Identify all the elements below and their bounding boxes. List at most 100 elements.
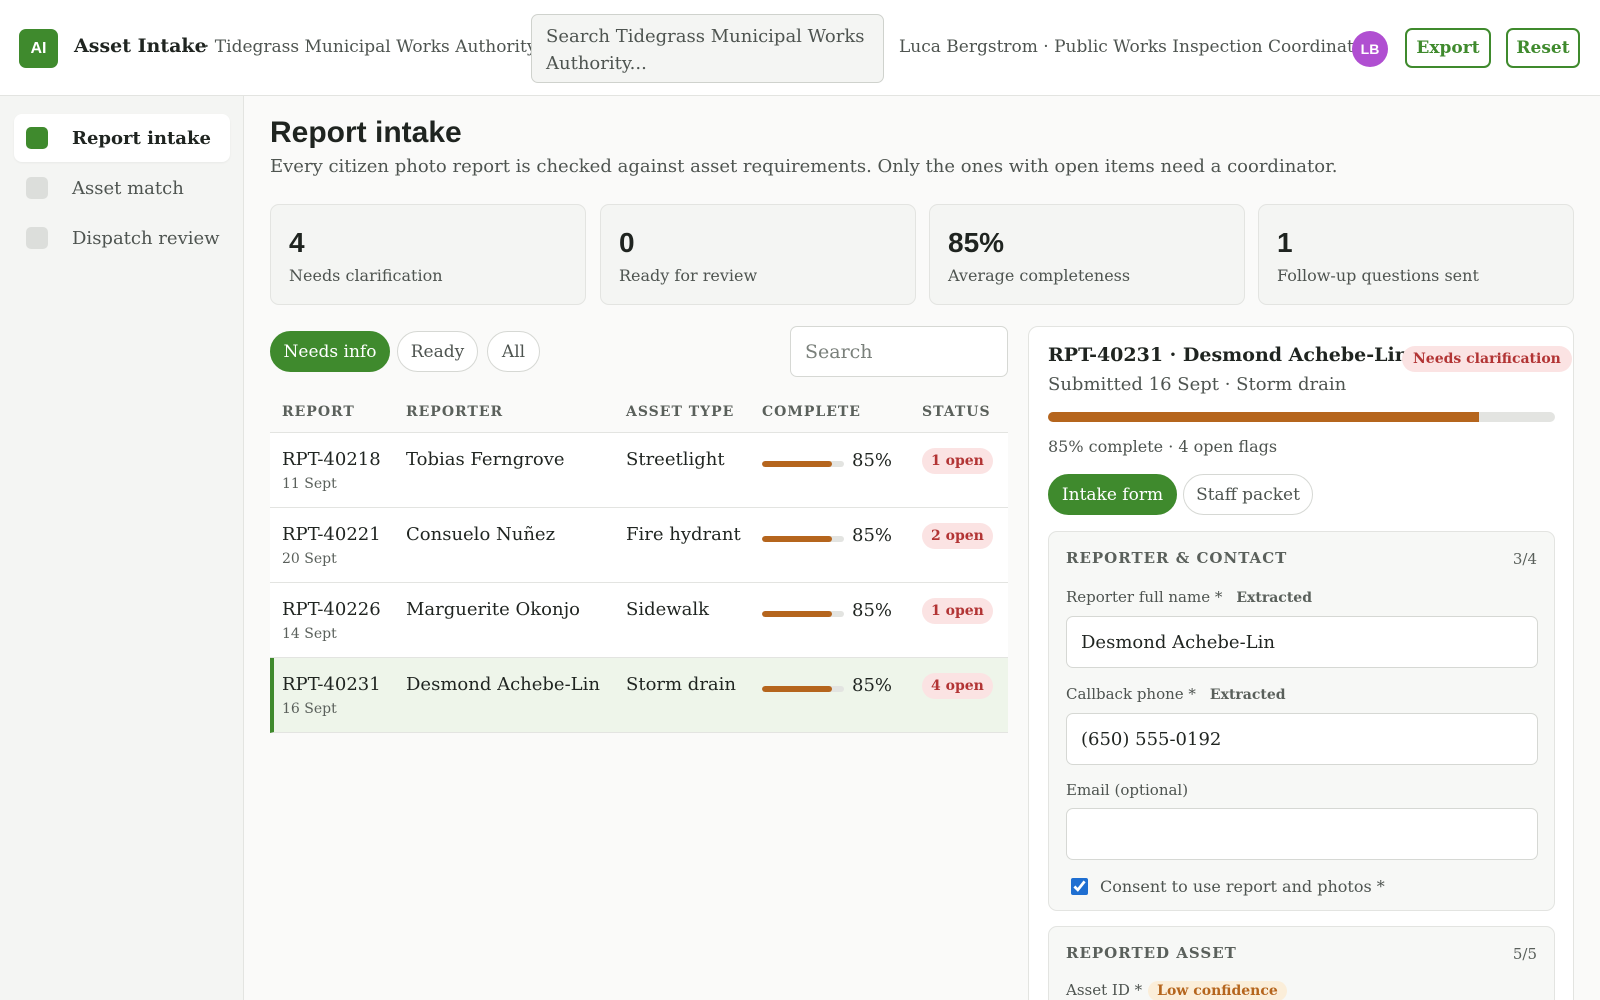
stat-value: 0	[619, 227, 635, 258]
reset-button[interactable]: Reset	[1506, 28, 1580, 68]
completeness-bar	[762, 536, 844, 542]
status-badge: 2 open	[922, 523, 993, 549]
status-badge: 1 open	[922, 448, 993, 474]
email-field[interactable]	[1066, 808, 1538, 860]
asset-type: Fire hydrant	[626, 524, 741, 545]
stat-card-needs-clarification: 4 Needs clarification	[270, 204, 586, 305]
column-header-complete[interactable]: COMPLETE	[762, 404, 861, 420]
table-header: REPORT REPORTER ASSET TYPE COMPLETE STAT…	[270, 397, 1008, 433]
asset-type: Streetlight	[626, 449, 725, 470]
field-label-text: Reporter full name *	[1066, 588, 1223, 606]
callback-phone-field[interactable]	[1066, 713, 1538, 765]
app-title: Asset Intake	[74, 35, 207, 57]
report-search-input[interactable]	[790, 326, 1008, 377]
detail-title: RPT-40231 · Desmond Achebe-Lin	[1048, 344, 1409, 366]
completeness-value: 85%	[852, 600, 893, 621]
global-search-input[interactable]: Search Tidegrass Municipal Works Authori…	[531, 14, 884, 83]
low-confidence-tag: Low confidence	[1148, 981, 1287, 1000]
reporter-name: Consuelo Nuñez	[406, 524, 556, 545]
field-label-asset-id: Asset ID * Low confidence	[1066, 981, 1287, 1000]
consent-label: Consent to use report and photos *	[1100, 877, 1385, 896]
stat-value: 4	[289, 227, 305, 258]
field-label-text: Asset ID *	[1066, 981, 1143, 999]
completeness-bar-fill	[762, 461, 832, 467]
dispatch-review-icon	[26, 227, 48, 249]
filter-all[interactable]: All	[487, 331, 540, 372]
report-date: 14 Sept	[282, 626, 337, 642]
table-row[interactable]: RPT-40226 14 Sept Marguerite Okonjo Side…	[270, 583, 1008, 658]
completeness-bar	[762, 461, 844, 467]
column-header-reporter[interactable]: REPORTER	[406, 404, 503, 420]
sidebar-item-label: Dispatch review	[72, 227, 220, 249]
column-header-asset-type[interactable]: ASSET TYPE	[626, 404, 734, 420]
column-header-status[interactable]: STATUS	[922, 404, 991, 420]
report-intake-icon	[26, 127, 48, 149]
tab-intake-form[interactable]: Intake form	[1048, 474, 1177, 515]
detail-status-badge: Needs clarification	[1402, 346, 1572, 372]
detail-progress-fill	[1048, 412, 1479, 422]
consent-checkbox[interactable]	[1071, 878, 1088, 895]
column-header-report[interactable]: REPORT	[282, 404, 355, 420]
table-row[interactable]: RPT-40221 20 Sept Consuelo Nuñez Fire hy…	[270, 508, 1008, 583]
field-label-text: Callback phone *	[1066, 685, 1196, 703]
section-count: 5/5	[1512, 945, 1537, 963]
field-label-reporter-name: Reporter full name * Extracted	[1066, 588, 1312, 606]
extracted-tag: Extracted	[1209, 687, 1286, 703]
report-id: RPT-40218	[282, 449, 381, 470]
report-detail-panel: RPT-40231 · Desmond Achebe-Lin Needs cla…	[1028, 326, 1574, 1000]
field-label-email: Email (optional)	[1066, 781, 1189, 799]
top-bar: AI Asset Intake · Tidegrass Municipal Wo…	[0, 0, 1600, 96]
page-title: Report intake	[270, 116, 462, 149]
report-date: 11 Sept	[282, 476, 337, 492]
organization-name: · Tidegrass Municipal Works Authority	[204, 37, 537, 57]
asset-type: Sidewalk	[626, 599, 710, 620]
sidebar: Report intake Asset match Dispatch revie…	[0, 96, 244, 1000]
completeness-bar	[762, 686, 844, 692]
reporter-name: Desmond Achebe-Lin	[406, 674, 600, 695]
asset-match-icon	[26, 177, 48, 199]
stat-label: Follow-up questions sent	[1277, 266, 1479, 285]
detail-progress-text: 85% complete · 4 open flags	[1048, 437, 1278, 456]
status-badge: 4 open	[922, 673, 993, 699]
completeness-bar	[762, 611, 844, 617]
reporter-name: Marguerite Okonjo	[406, 599, 581, 620]
sidebar-item-asset-match[interactable]: Asset match	[14, 164, 230, 212]
app-logo: AI	[19, 29, 58, 68]
stat-card-follow-up-questions: 1 Follow-up questions sent	[1258, 204, 1574, 305]
stat-value: 85%	[948, 227, 1005, 258]
status-badge: 1 open	[922, 598, 993, 624]
asset-type: Storm drain	[626, 674, 737, 695]
page-subtitle: Every citizen photo report is checked ag…	[270, 156, 1338, 177]
detail-subtitle: Submitted 16 Sept · Storm drain	[1048, 374, 1347, 395]
filter-needs-info[interactable]: Needs info	[270, 331, 390, 372]
consent-checkbox-row[interactable]: Consent to use report and photos *	[1071, 877, 1385, 896]
sidebar-item-label: Asset match	[72, 177, 184, 199]
avatar[interactable]: LB	[1352, 31, 1388, 67]
section-title: REPORTED ASSET	[1066, 944, 1237, 962]
tab-staff-packet[interactable]: Staff packet	[1183, 474, 1313, 515]
export-button[interactable]: Export	[1405, 28, 1491, 68]
report-date: 20 Sept	[282, 551, 337, 567]
report-id: RPT-40226	[282, 599, 381, 620]
report-date: 16 Sept	[282, 701, 337, 717]
reporter-name-field[interactable]	[1066, 616, 1538, 668]
completeness-value: 85%	[852, 450, 893, 471]
completeness-value: 85%	[852, 675, 893, 696]
reporter-name: Tobias Ferngrove	[406, 449, 565, 470]
stat-label: Average completeness	[948, 266, 1131, 285]
filter-ready[interactable]: Ready	[397, 331, 478, 372]
section-title: REPORTER & CONTACT	[1066, 549, 1288, 567]
extracted-tag: Extracted	[1236, 590, 1312, 606]
stat-label: Needs clarification	[289, 266, 443, 285]
sidebar-item-label: Report intake	[72, 127, 211, 149]
table-row[interactable]: RPT-40218 11 Sept Tobias Ferngrove Stree…	[270, 433, 1008, 508]
sidebar-item-dispatch-review[interactable]: Dispatch review	[14, 214, 230, 262]
report-id: RPT-40231	[282, 674, 381, 695]
table-row-selected[interactable]: RPT-40231 16 Sept Desmond Achebe-Lin Sto…	[270, 658, 1008, 733]
stat-value: 1	[1277, 227, 1293, 258]
detail-progress-bar	[1048, 412, 1555, 422]
completeness-bar-fill	[762, 536, 832, 542]
stat-card-average-completeness: 85% Average completeness	[929, 204, 1245, 305]
sidebar-item-report-intake[interactable]: Report intake	[14, 114, 230, 162]
section-reported-asset: REPORTED ASSET 5/5 Asset ID * Low confide…	[1048, 926, 1555, 1000]
